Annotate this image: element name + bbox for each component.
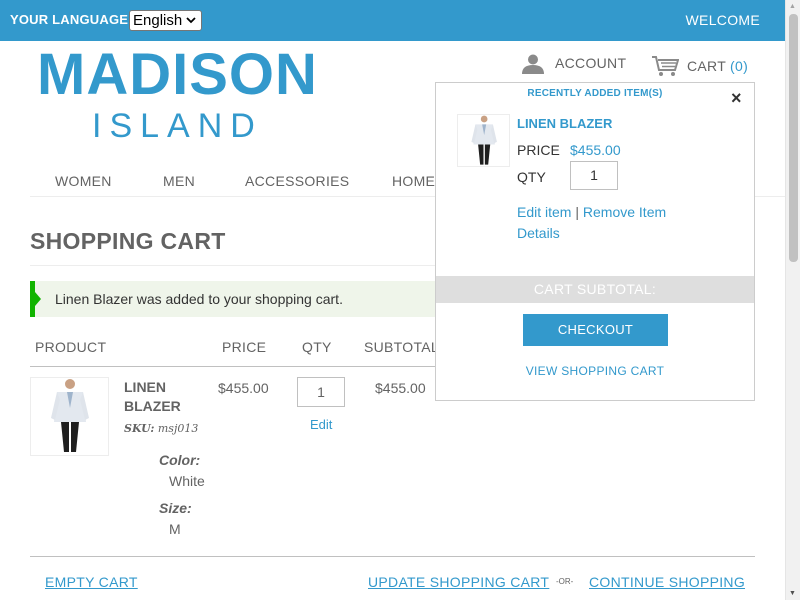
user-icon [522, 54, 544, 74]
option-size-value: M [169, 521, 181, 537]
product-name[interactable]: LINEN BLAZER [124, 378, 204, 416]
actions-divider [30, 556, 755, 557]
cart-label-text: CART [687, 58, 726, 74]
cart-count: (0) [730, 58, 749, 74]
close-icon[interactable]: × [731, 88, 742, 109]
language-selected: English [133, 12, 183, 29]
minicart-item-actions: Edit item | Remove Item Details [517, 202, 717, 244]
checkout-button[interactable]: CHECKOUT [523, 314, 668, 346]
chevron-down-icon [186, 17, 196, 24]
top-bar: YOUR LANGUAGE: English WELCOME [0, 0, 785, 41]
or-separator: -OR- [556, 577, 574, 586]
minicart-edit-item-link[interactable]: Edit item [517, 204, 571, 220]
row-subtotal: $455.00 [375, 380, 426, 396]
update-cart-button[interactable]: UPDATE SHOPPING CART [368, 574, 549, 590]
page-scrollbar[interactable]: ▲ ▼ [785, 0, 800, 600]
minicart-link-separator: | [575, 204, 579, 220]
product-sku: SKU: msj013 [124, 422, 198, 435]
cart-icon [652, 56, 679, 76]
minicart-item-image [471, 115, 497, 165]
edit-item-link[interactable]: Edit [310, 417, 332, 432]
option-size-label: Size: [159, 500, 192, 516]
minicart-details-link[interactable]: Details [517, 225, 560, 241]
product-image [51, 379, 89, 452]
continue-shopping-button[interactable]: CONTINUE SHOPPING [589, 574, 745, 590]
success-message-text: Linen Blazer was added to your shopping … [55, 291, 343, 307]
minicart-subtotal: CART SUBTOTAL: [436, 276, 754, 303]
view-shopping-cart-link[interactable]: VIEW SHOPPING CART [436, 364, 754, 378]
minicart-price-label: PRICE [517, 142, 560, 158]
minicart-qty-label: QTY [517, 169, 546, 185]
nav-item-home[interactable]: HOME [392, 173, 435, 189]
cart-label: CART (0) [687, 58, 748, 74]
minicart-heading: RECENTLY ADDED ITEM(S) [527, 88, 663, 99]
nav-item-men[interactable]: MEN [163, 173, 195, 189]
sku-value: msj013 [157, 422, 199, 435]
scroll-up-icon[interactable]: ▲ [789, 3, 796, 10]
minicart-item-thumbnail[interactable] [457, 114, 510, 167]
column-header-price: PRICE [222, 339, 267, 355]
page-title: SHOPPING CART [30, 228, 226, 254]
logo-main-text: MADISON [37, 42, 318, 107]
minicart-price: $455.00 [570, 142, 621, 158]
column-header-product: PRODUCT [35, 339, 107, 355]
scroll-down-icon[interactable]: ▼ [789, 590, 796, 597]
nav-item-women[interactable]: WOMEN [55, 173, 112, 189]
language-select[interactable]: English [129, 10, 202, 31]
scroll-thumb[interactable] [789, 14, 798, 262]
success-arrow-icon [35, 292, 41, 306]
column-header-qty: QTY [302, 339, 332, 355]
minicart-item-name[interactable]: LINEN BLAZER [517, 116, 612, 131]
logo-sub-text: ISLAND [92, 107, 263, 145]
sku-label: SKU: [124, 422, 155, 435]
header-divider [30, 366, 435, 367]
option-color-value: White [169, 473, 205, 489]
product-price: $455.00 [218, 380, 269, 396]
nav-item-accessories[interactable]: ACCESSORIES [245, 173, 349, 189]
product-thumbnail[interactable] [30, 377, 109, 456]
welcome-message: WELCOME [685, 12, 760, 28]
option-color-label: Color: [159, 452, 201, 468]
minicart-remove-item-link[interactable]: Remove Item [583, 204, 666, 220]
qty-input[interactable]: 1 [297, 377, 345, 407]
account-label: ACCOUNT [555, 55, 627, 71]
language-label: YOUR LANGUAGE: [10, 12, 133, 27]
column-header-subtotal: SUBTOTAL [364, 339, 440, 355]
minicart-dropdown: RECENTLY ADDED ITEM(S) × LINEN BLAZER PR… [435, 82, 755, 401]
minicart-qty-input[interactable]: 1 [570, 161, 618, 190]
empty-cart-button[interactable]: EMPTY CART [45, 574, 138, 590]
